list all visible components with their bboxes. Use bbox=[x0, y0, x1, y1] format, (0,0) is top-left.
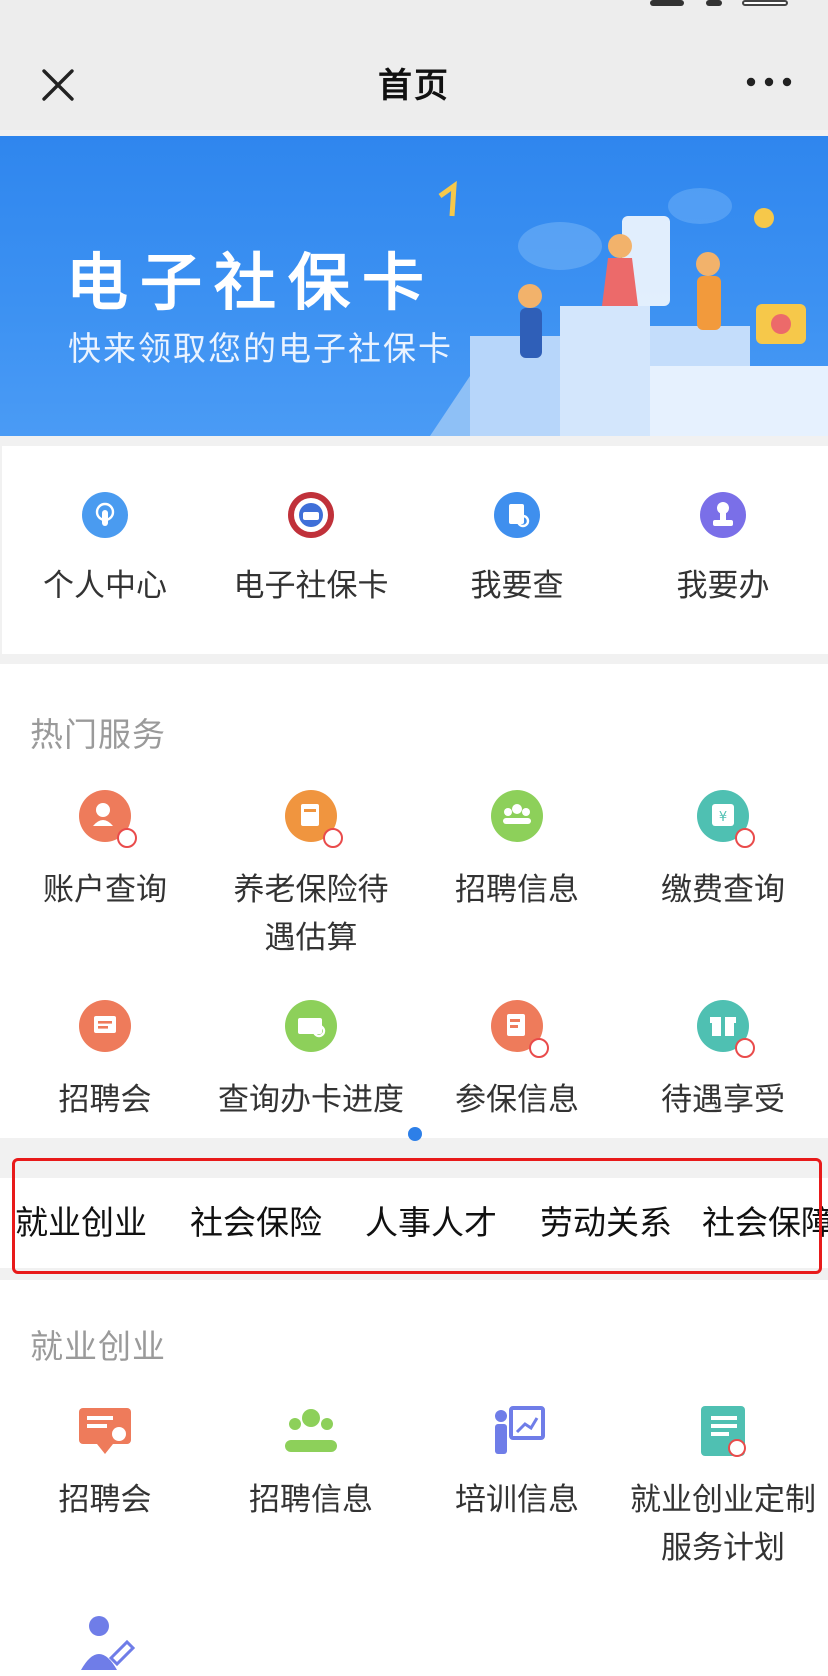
group-people-icon bbox=[285, 1409, 337, 1452]
battery-icon bbox=[742, 0, 788, 6]
quick-entry-label: 电子社保卡 bbox=[233, 568, 389, 604]
person-edit-icon bbox=[81, 1616, 135, 1670]
service-insured-info[interactable]: 参保信息 bbox=[414, 1000, 620, 1124]
service-person-edit[interactable] bbox=[2, 1612, 208, 1672]
carousel-page-indicator bbox=[408, 1127, 422, 1141]
badge-icon bbox=[735, 1038, 755, 1058]
quick-entry-panel: 个人中心 电子社保卡 我要查 我要办 bbox=[2, 446, 828, 654]
service-label: 养老保险待遇估算 bbox=[233, 872, 389, 956]
card-progress-icon bbox=[285, 1000, 337, 1052]
quick-entry-query[interactable]: 我要查 bbox=[414, 492, 620, 610]
hot-services-section: 热门服务 账户查询 养老保险待遇估算 招聘信息 ¥ 缴费查询 招聘会 查询办卡进… bbox=[0, 664, 828, 1138]
signal-icon bbox=[650, 0, 684, 6]
job-fair-board-icon bbox=[79, 1408, 131, 1454]
tab-labor-relations[interactable]: 劳动关系 bbox=[540, 1196, 672, 1244]
service-pension-estimate[interactable]: 养老保险待遇估算 bbox=[208, 790, 414, 962]
service-label: 招聘信息 bbox=[455, 872, 579, 908]
category-tab-strip: 就业创业 社会保险 人事人才 劳动关系 社会保障 bbox=[0, 1178, 828, 1268]
service-payment-query[interactable]: ¥ 缴费查询 bbox=[620, 790, 826, 914]
service-account-query[interactable]: 账户查询 bbox=[2, 790, 208, 914]
service-benefits[interactable]: 待遇享受 bbox=[620, 1000, 826, 1124]
service-job-fair[interactable]: 招聘会 bbox=[2, 1000, 208, 1124]
pension-calc-icon bbox=[285, 790, 343, 848]
quick-entry-label: 我要办 bbox=[676, 568, 770, 604]
tab-social-security[interactable]: 社会保障 bbox=[702, 1196, 828, 1244]
employment-section: 就业创业 招聘会 招聘信息 培训信息 就业创业定制服务计划 bbox=[0, 1280, 828, 1676]
section-title: 热门服务 bbox=[30, 715, 166, 754]
service-recruitment-info[interactable]: 招聘信息 bbox=[208, 1402, 414, 1524]
job-fair-board-icon bbox=[79, 1000, 131, 1052]
service-label: 缴费查询 bbox=[661, 872, 785, 908]
quick-entry-label: 个人中心 bbox=[43, 568, 167, 604]
banner-electronic-card[interactable]: 电子社保卡 快来领取您的电子社保卡 bbox=[0, 136, 828, 436]
more-options-icon[interactable] bbox=[744, 75, 794, 89]
badge-icon bbox=[323, 828, 343, 848]
tab-employment[interactable]: 就业创业 bbox=[15, 1196, 147, 1244]
group-people-icon bbox=[491, 790, 543, 842]
quick-entry-electronic-card[interactable]: 电子社保卡 bbox=[208, 492, 414, 610]
training-presenter-icon bbox=[495, 1406, 545, 1454]
wifi-icon bbox=[706, 0, 722, 6]
badge-icon bbox=[529, 1038, 549, 1058]
document-search-icon bbox=[494, 492, 540, 538]
service-label: 培训信息 bbox=[455, 1482, 579, 1518]
service-label: 招聘会 bbox=[58, 1082, 152, 1118]
title-bar: 首页 bbox=[0, 30, 828, 130]
quick-entry-personal-center[interactable]: 个人中心 bbox=[2, 492, 208, 610]
quick-entry-handle[interactable]: 我要办 bbox=[620, 492, 826, 610]
banner-title: 电子社保卡 bbox=[66, 246, 437, 319]
social-security-seal-icon bbox=[288, 492, 334, 538]
payment-yen-icon: ¥ bbox=[697, 790, 755, 848]
tab-personnel-talent[interactable]: 人事人才 bbox=[365, 1196, 497, 1244]
section-title: 就业创业 bbox=[30, 1327, 166, 1366]
insured-info-icon bbox=[491, 1000, 549, 1058]
tab-social-insurance[interactable]: 社会保险 bbox=[190, 1196, 322, 1244]
page-title: 首页 bbox=[378, 66, 450, 106]
gift-icon bbox=[697, 1000, 755, 1058]
svg-text:¥: ¥ bbox=[719, 810, 727, 825]
custom-plan-notebook-icon bbox=[701, 1406, 746, 1457]
banner-subtitle: 快来领取您的电子社保卡 bbox=[68, 329, 453, 368]
service-label: 招聘信息 bbox=[249, 1482, 373, 1518]
stamp-icon bbox=[700, 492, 746, 538]
status-bar bbox=[0, 0, 828, 30]
quick-entry-label: 我要查 bbox=[470, 568, 564, 604]
service-training-info[interactable]: 培训信息 bbox=[414, 1402, 620, 1524]
service-label: 账户查询 bbox=[43, 872, 167, 908]
badge-icon bbox=[735, 828, 755, 848]
service-recruitment-info[interactable]: 招聘信息 bbox=[414, 790, 620, 914]
service-label: 待遇享受 bbox=[661, 1082, 785, 1118]
badge-icon bbox=[117, 828, 137, 848]
service-label: 参保信息 bbox=[455, 1082, 579, 1118]
service-custom-plan[interactable]: 就业创业定制服务计划 bbox=[620, 1402, 826, 1572]
service-label: 就业创业定制服务计划 bbox=[630, 1482, 816, 1566]
finger-touch-icon bbox=[82, 492, 128, 538]
service-label: 查询办卡进度 bbox=[218, 1082, 404, 1118]
account-user-icon bbox=[79, 790, 137, 848]
service-label: 招聘会 bbox=[58, 1482, 152, 1518]
service-card-progress[interactable]: 查询办卡进度 bbox=[208, 1000, 414, 1124]
service-job-fair[interactable]: 招聘会 bbox=[2, 1402, 208, 1524]
